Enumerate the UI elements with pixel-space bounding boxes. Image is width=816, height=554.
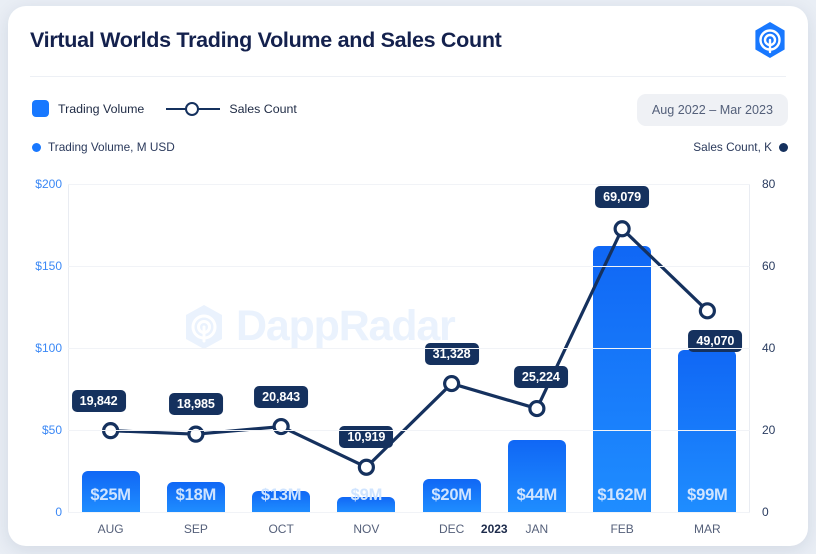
header-divider <box>30 76 786 77</box>
gridline <box>68 266 750 267</box>
y-axis-left-tick: 0 <box>55 505 62 519</box>
x-axis-tick-sep: SEP <box>183 522 208 536</box>
chart-plot-area: DappRadar $25M $18M $13M $9M $20M $44M $162M $9… <box>35 177 775 536</box>
gridline <box>68 348 750 349</box>
right-axis-caption-label: Sales Count, K <box>693 140 772 154</box>
point-value-label-oct: 20,843 <box>254 385 309 408</box>
legend-item-trading-volume[interactable]: Trading Volume <box>32 100 144 117</box>
legend-label-trading-volume: Trading Volume <box>58 101 145 116</box>
legend-line-marker-icon <box>166 101 221 116</box>
x-axis-tick-oct: OCT <box>268 522 294 536</box>
point-value-label-aug: 19,842 <box>71 389 126 412</box>
x-axis-tick-mar: MAR <box>694 522 721 536</box>
legend-label-sales-count: Sales Count <box>229 101 297 116</box>
right-axis-dot-icon <box>779 142 788 152</box>
y-axis-left-tick: $200 <box>35 177 62 191</box>
screenshot-root: Virtual Worlds Trading Volume and Sales … <box>0 0 816 554</box>
dappradar-logo-icon <box>750 20 790 60</box>
gridline <box>68 430 750 431</box>
gridline <box>68 184 750 185</box>
x-axis-tick-jan: JAN <box>525 522 549 536</box>
page-title: Virtual Worlds Trading Volume and Sales … <box>30 28 502 52</box>
date-range-pill[interactable]: Aug 2022 – Mar 2023 <box>636 94 788 126</box>
y-axis-left-tick: $50 <box>41 423 62 437</box>
left-axis-dot-icon <box>32 142 41 152</box>
y-axis-right-tick: 0 <box>762 505 769 519</box>
x-axis-tick-nov: NOV <box>353 522 380 536</box>
x-axis-year-marker: 2023 <box>480 522 508 536</box>
left-axis-caption-label: Trading Volume, M USD <box>48 140 175 154</box>
chart-card: Virtual Worlds Trading Volume and Sales … <box>8 6 808 546</box>
chart-legend: Trading Volume Sales Count <box>32 100 297 117</box>
point-value-label-sep: 18,985 <box>168 393 223 416</box>
x-axis-tick-dec: DEC <box>438 522 465 536</box>
right-axis-caption: Sales Count, K <box>693 140 788 154</box>
y-axis-right-tick: 60 <box>762 259 776 273</box>
gridline <box>68 512 750 513</box>
x-axis-tick-feb: FEB <box>610 522 634 536</box>
y-axis-right-tick: 80 <box>762 177 776 191</box>
left-axis-caption: Trading Volume, M USD <box>32 140 175 154</box>
point-value-label-jan: 25,224 <box>513 365 568 388</box>
y-axis-left-tick: $150 <box>35 259 62 273</box>
y-axis-left-tick: $100 <box>35 341 62 355</box>
y-axis-right-tick: 20 <box>762 423 776 437</box>
y-axis-right-tick: 40 <box>762 341 776 355</box>
x-axis-tick-aug: AUG <box>97 522 124 536</box>
legend-item-sales-count[interactable]: Sales Count <box>166 101 297 116</box>
point-value-label-dec: 31,328 <box>424 342 479 365</box>
point-value-label-feb: 69,079 <box>595 185 650 208</box>
legend-bar-swatch-icon <box>32 100 49 117</box>
